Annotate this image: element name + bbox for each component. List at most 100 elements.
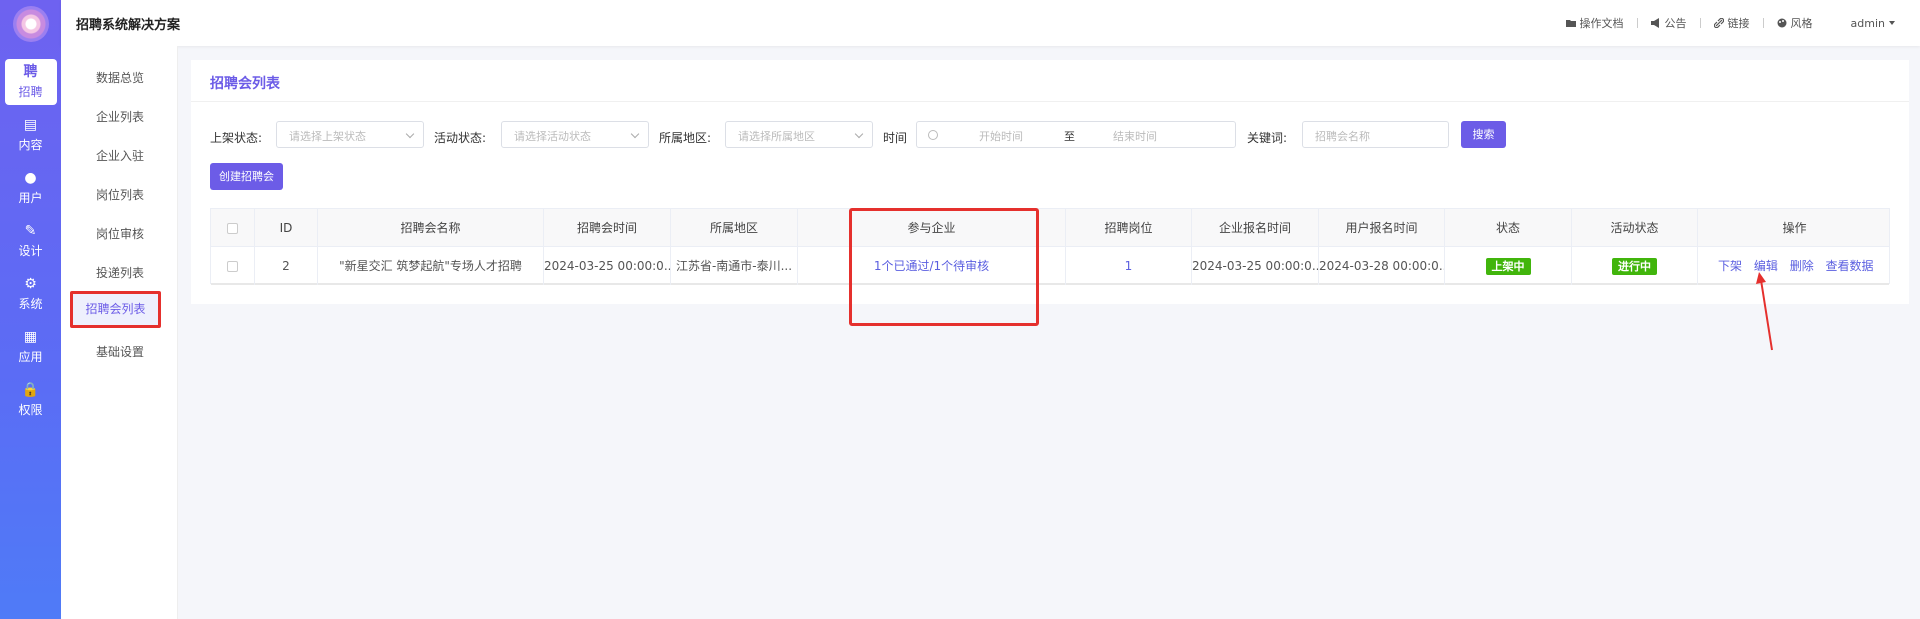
column-header: 用户报名时间 bbox=[1319, 209, 1445, 247]
docs-link[interactable]: 操作文档 bbox=[1565, 15, 1624, 31]
chevron-down-icon bbox=[854, 129, 864, 139]
rail-item-label: 用户 bbox=[18, 190, 43, 205]
submenu-item-company-join[interactable]: 企业入驻 bbox=[70, 142, 170, 170]
column-header: 企业报名时间 bbox=[1192, 209, 1319, 247]
page-title: 招聘会列表 bbox=[210, 76, 280, 92]
chevron-down-icon bbox=[405, 129, 415, 139]
edit-button[interactable]: 编辑 bbox=[1754, 259, 1778, 273]
notice-link[interactable]: 公告 bbox=[1650, 15, 1687, 31]
keyword-placeholder: 招聘会名称 bbox=[1315, 130, 1370, 143]
table-row: 2 "新星交汇 筑梦起航"专场人才招聘 2024-03-25 00:00:0..… bbox=[211, 247, 1889, 285]
row-checkbox[interactable] bbox=[227, 261, 238, 272]
left-rail: 聘 招聘 ▤ 内容 ● 用户 ✎ 设计 ⚙ 系统 ▦ 应用 🔒 权限 bbox=[0, 0, 61, 619]
range-separator: 至 bbox=[1064, 130, 1075, 143]
caret-down-icon bbox=[1889, 21, 1895, 25]
activity-status-badge: 进行中 bbox=[1612, 258, 1657, 275]
chevron-down-icon bbox=[630, 129, 640, 139]
cell-id: 2 bbox=[255, 247, 318, 285]
username: admin bbox=[1850, 16, 1885, 30]
select-all-checkbox[interactable] bbox=[227, 223, 238, 234]
header-actions: 操作文档 公告 链接 风格 admin bbox=[1565, 15, 1895, 31]
lock-icon: 🔒 bbox=[21, 381, 40, 398]
app-title: 招聘系统解决方案 bbox=[76, 18, 181, 33]
top-header: 招聘系统解决方案 操作文档 公告 链接 风格 admin bbox=[61, 0, 1920, 46]
status-badge: 上架中 bbox=[1485, 258, 1531, 275]
rail-item-label: 系统 bbox=[18, 296, 43, 311]
submenu-item-overview[interactable]: 数据总览 bbox=[70, 64, 170, 92]
cell-time: 2024-03-25 00:00:0... bbox=[544, 247, 671, 285]
column-header: ID bbox=[255, 209, 318, 247]
job-fair-table: ID 招聘会名称 招聘会时间 所属地区 参与企业 招聘岗位 企业报名时间 用户报… bbox=[210, 208, 1890, 285]
document-icon: ▤ bbox=[23, 116, 38, 133]
main-card: 招聘会列表 上架状态: 请选择上架状态 活动状态: 请选择活动状态 所属地区: … bbox=[191, 60, 1909, 304]
notice-link-label: 公告 bbox=[1664, 17, 1687, 30]
column-header: 招聘会名称 bbox=[318, 209, 544, 247]
unpublish-button[interactable]: 下架 bbox=[1718, 259, 1742, 273]
table-header: ID 招聘会名称 招聘会时间 所属地区 参与企业 招聘岗位 企业报名时间 用户报… bbox=[211, 209, 1889, 247]
column-header: 招聘岗位 bbox=[1066, 209, 1192, 247]
folder-icon bbox=[1565, 20, 1576, 27]
brush-icon: ✎ bbox=[24, 222, 37, 239]
view-data-button[interactable]: 查看数据 bbox=[1826, 259, 1874, 273]
app-logo[interactable] bbox=[12, 6, 49, 42]
column-header: 操作 bbox=[1782, 221, 1807, 235]
select-all-cell bbox=[211, 209, 255, 247]
rail-item-recruit[interactable]: 聘 招聘 bbox=[4, 59, 57, 105]
keyword-input[interactable]: 招聘会名称 bbox=[1302, 121, 1449, 148]
positions-link[interactable]: 1 bbox=[1066, 247, 1192, 285]
recruit-icon: 聘 bbox=[23, 63, 38, 80]
shelf-status-label: 上架状态: bbox=[210, 131, 263, 145]
divider bbox=[191, 101, 1909, 102]
submenu-item-position-review[interactable]: 岗位审核 bbox=[70, 220, 170, 248]
divider bbox=[1699, 18, 1701, 28]
activity-status-select[interactable]: 请选择活动状态 bbox=[501, 121, 649, 148]
search-button[interactable]: 搜索 bbox=[1461, 121, 1506, 148]
delete-button[interactable]: 删除 bbox=[1790, 259, 1814, 273]
rail-item-user[interactable]: ● 用户 bbox=[5, 165, 57, 211]
clock-icon bbox=[928, 130, 938, 140]
cell-region: 江苏省-南通市-泰川... bbox=[671, 247, 798, 285]
rail-item-label: 应用 bbox=[18, 349, 43, 364]
shelf-status-placeholder: 请选择上架状态 bbox=[289, 130, 366, 143]
submenu-item-job-fair-list[interactable]: 招聘会列表 bbox=[70, 291, 161, 328]
start-date-placeholder: 开始时间 bbox=[979, 130, 1023, 143]
cell-user-signup-time: 2024-03-28 00:00:0... bbox=[1319, 247, 1445, 285]
gear-icon: ⚙ bbox=[24, 275, 37, 292]
megaphone-icon bbox=[1650, 18, 1659, 28]
column-header: 状态 bbox=[1445, 209, 1572, 247]
rail-item-label: 设计 bbox=[18, 243, 43, 258]
column-header: 招聘会时间 bbox=[544, 209, 671, 247]
date-range-picker[interactable]: 开始时间 至 结束时间 bbox=[916, 121, 1236, 148]
divider bbox=[1636, 18, 1638, 28]
style-link[interactable]: 风格 bbox=[1777, 15, 1813, 31]
rail-item-design[interactable]: ✎ 设计 bbox=[5, 218, 57, 264]
region-select[interactable]: 请选择所属地区 bbox=[725, 121, 873, 148]
sub-menu: 数据总览 企业列表 企业入驻 岗位列表 岗位审核 投递列表 招聘会列表 基础设置 bbox=[61, 46, 178, 619]
link-icon bbox=[1713, 18, 1724, 28]
keyword-label: 关键词: bbox=[1247, 131, 1288, 145]
annotation-arrow-icon bbox=[1756, 272, 1773, 351]
rail-item-apps[interactable]: ▦ 应用 bbox=[5, 324, 57, 370]
activity-status-label: 活动状态: bbox=[434, 131, 487, 145]
activity-status-placeholder: 请选择活动状态 bbox=[514, 130, 591, 143]
cell-company-signup-time: 2024-03-25 00:00:0... bbox=[1192, 247, 1319, 285]
submenu-item-position-list[interactable]: 岗位列表 bbox=[70, 181, 170, 209]
column-header: 所属地区 bbox=[671, 209, 798, 247]
rail-item-permission[interactable]: 🔒 权限 bbox=[5, 377, 57, 423]
shelf-status-select[interactable]: 请选择上架状态 bbox=[276, 121, 424, 148]
submenu-item-delivery-list[interactable]: 投递列表 bbox=[70, 259, 170, 287]
grid-icon: ▦ bbox=[23, 328, 38, 345]
submenu-item-company-list[interactable]: 企业列表 bbox=[70, 103, 170, 131]
links-link[interactable]: 链接 bbox=[1713, 15, 1750, 31]
user-menu[interactable]: admin bbox=[1851, 17, 1895, 30]
rail-item-label: 内容 bbox=[18, 137, 43, 152]
rail-item-content[interactable]: ▤ 内容 bbox=[5, 112, 57, 158]
submenu-item-basic-settings[interactable]: 基础设置 bbox=[70, 338, 170, 366]
create-job-fair-button[interactable]: 创建招聘会 bbox=[210, 163, 283, 190]
rail-item-system[interactable]: ⚙ 系统 bbox=[5, 271, 57, 317]
time-label: 时间 bbox=[883, 131, 908, 145]
cell-actions: 下架 编辑 删除 查看数据 bbox=[1698, 247, 1891, 285]
highlight-box bbox=[849, 208, 1039, 326]
divider bbox=[1762, 18, 1764, 28]
row-select-cell bbox=[211, 247, 255, 285]
